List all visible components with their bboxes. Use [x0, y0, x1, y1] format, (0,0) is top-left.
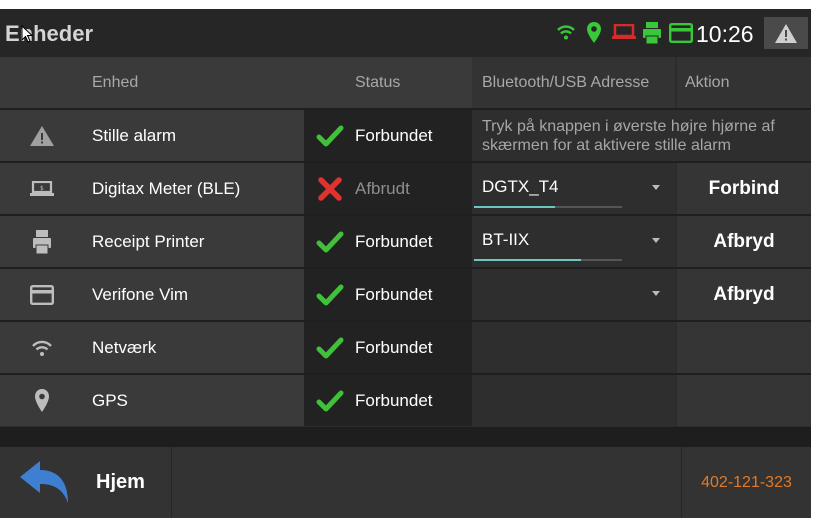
- address-dropdown[interactable]: DGTX_T4: [472, 163, 675, 214]
- printer-icon: [33, 229, 51, 254]
- back-arrow-icon: [20, 461, 68, 503]
- check-icon: [316, 284, 343, 305]
- status-cell: Forbundet: [304, 375, 472, 426]
- table-row-verifone-vim: Verifone Vim Forbundet Afbryd: [0, 269, 811, 320]
- home-button[interactable]: Hjem: [0, 447, 170, 518]
- header-status: Status: [304, 57, 472, 108]
- status-text: Forbundet: [355, 284, 433, 304]
- address-dropdown[interactable]: BT-IIX: [472, 216, 675, 267]
- device-name: GPS: [84, 375, 304, 426]
- status-cell: Forbundet: [304, 269, 472, 320]
- clock: 10:26: [696, 21, 754, 47]
- check-icon: [316, 337, 343, 358]
- id-number: 402-121-323: [701, 473, 792, 491]
- location-pin-icon: [35, 388, 49, 412]
- table-row-gps: GPS Forbundet: [0, 375, 811, 426]
- page-title: Enheder: [5, 21, 94, 46]
- device-name: Netværk: [84, 322, 304, 373]
- address-dropdown[interactable]: [472, 269, 675, 320]
- connect-button[interactable]: Forbind: [677, 163, 811, 214]
- silent-alarm-hint: Tryk på knappen i øverste højre hjørne a…: [482, 117, 775, 154]
- device-name: Stille alarm: [84, 110, 304, 161]
- status-cell: Afbrudt: [304, 163, 472, 214]
- signal-bar: [474, 259, 622, 261]
- top-bar: Enheder 10:26: [0, 9, 811, 57]
- cross-icon: [317, 176, 342, 201]
- device-name: Receipt Printer: [84, 216, 304, 267]
- table-row-receipt-printer: Receipt Printer Forbundet BT-IIX Afbryd: [0, 216, 811, 267]
- signal-bar: [474, 206, 622, 208]
- gps-status-icon: [586, 21, 602, 50]
- check-icon: [316, 390, 343, 411]
- meter-status-icon: [612, 23, 636, 45]
- status-text: Forbundet: [355, 337, 433, 357]
- status-text: Forbundet: [355, 390, 433, 410]
- silent-alarm-button[interactable]: [764, 17, 808, 49]
- check-icon: [316, 125, 343, 146]
- bottom-empty-area: [171, 447, 682, 518]
- device-name: Verifone Vim: [84, 269, 304, 320]
- spacer: [0, 427, 811, 447]
- home-label: Hjem: [96, 471, 145, 493]
- card-icon: [30, 284, 54, 305]
- printer-status-icon: [642, 21, 662, 50]
- warning-icon: [30, 125, 54, 146]
- wifi-icon: [32, 340, 52, 356]
- devices-screen: Enheder 10:26 Enhed Status Bluetooth/USB…: [0, 9, 811, 518]
- bottom-bar: Hjem 402-121-323: [0, 447, 811, 518]
- svg-text:$: $: [40, 185, 44, 192]
- dropdown-value: BT-IIX: [482, 230, 530, 249]
- status-text: Afbrudt: [355, 178, 410, 198]
- table-row-network: Netværk Forbundet: [0, 322, 811, 373]
- signal-bar-fill: [474, 206, 556, 208]
- status-cell: Forbundet: [304, 110, 472, 161]
- mouse-cursor-icon: [21, 25, 33, 43]
- disconnect-button[interactable]: Afbryd: [677, 269, 811, 320]
- wifi-status-icon: [556, 21, 576, 48]
- dropdown-value: DGTX_T4: [482, 177, 559, 196]
- signal-bar-fill: [474, 259, 581, 261]
- header-icon-cell: [0, 57, 84, 108]
- header-device: Enhed: [84, 57, 304, 108]
- table-row-digitax-meter: $ Digitax Meter (BLE) Afbrudt DGTX_T4 Fo…: [0, 163, 811, 214]
- status-cell: Forbundet: [304, 322, 472, 373]
- card-status-icon: [669, 23, 694, 48]
- dropdown-arrow-icon: [652, 185, 660, 190]
- header-action: Aktion: [677, 57, 811, 108]
- device-name: Digitax Meter (BLE): [84, 163, 304, 214]
- status-text: Forbundet: [355, 125, 433, 145]
- status-text: Forbundet: [355, 231, 433, 251]
- table-row-silent-alarm: Stille alarm Forbundet Tryk på knappen i…: [0, 110, 811, 161]
- check-icon: [316, 231, 343, 252]
- table-header: Enhed Status Bluetooth/USB Adresse Aktio…: [0, 57, 811, 108]
- dropdown-arrow-icon: [652, 291, 660, 296]
- warning-icon: [775, 24, 797, 43]
- header-address: Bluetooth/USB Adresse: [472, 57, 675, 108]
- status-cell: Forbundet: [304, 216, 472, 267]
- meter-icon: $: [30, 180, 54, 196]
- disconnect-button[interactable]: Afbryd: [677, 216, 811, 267]
- dropdown-arrow-icon: [652, 238, 660, 243]
